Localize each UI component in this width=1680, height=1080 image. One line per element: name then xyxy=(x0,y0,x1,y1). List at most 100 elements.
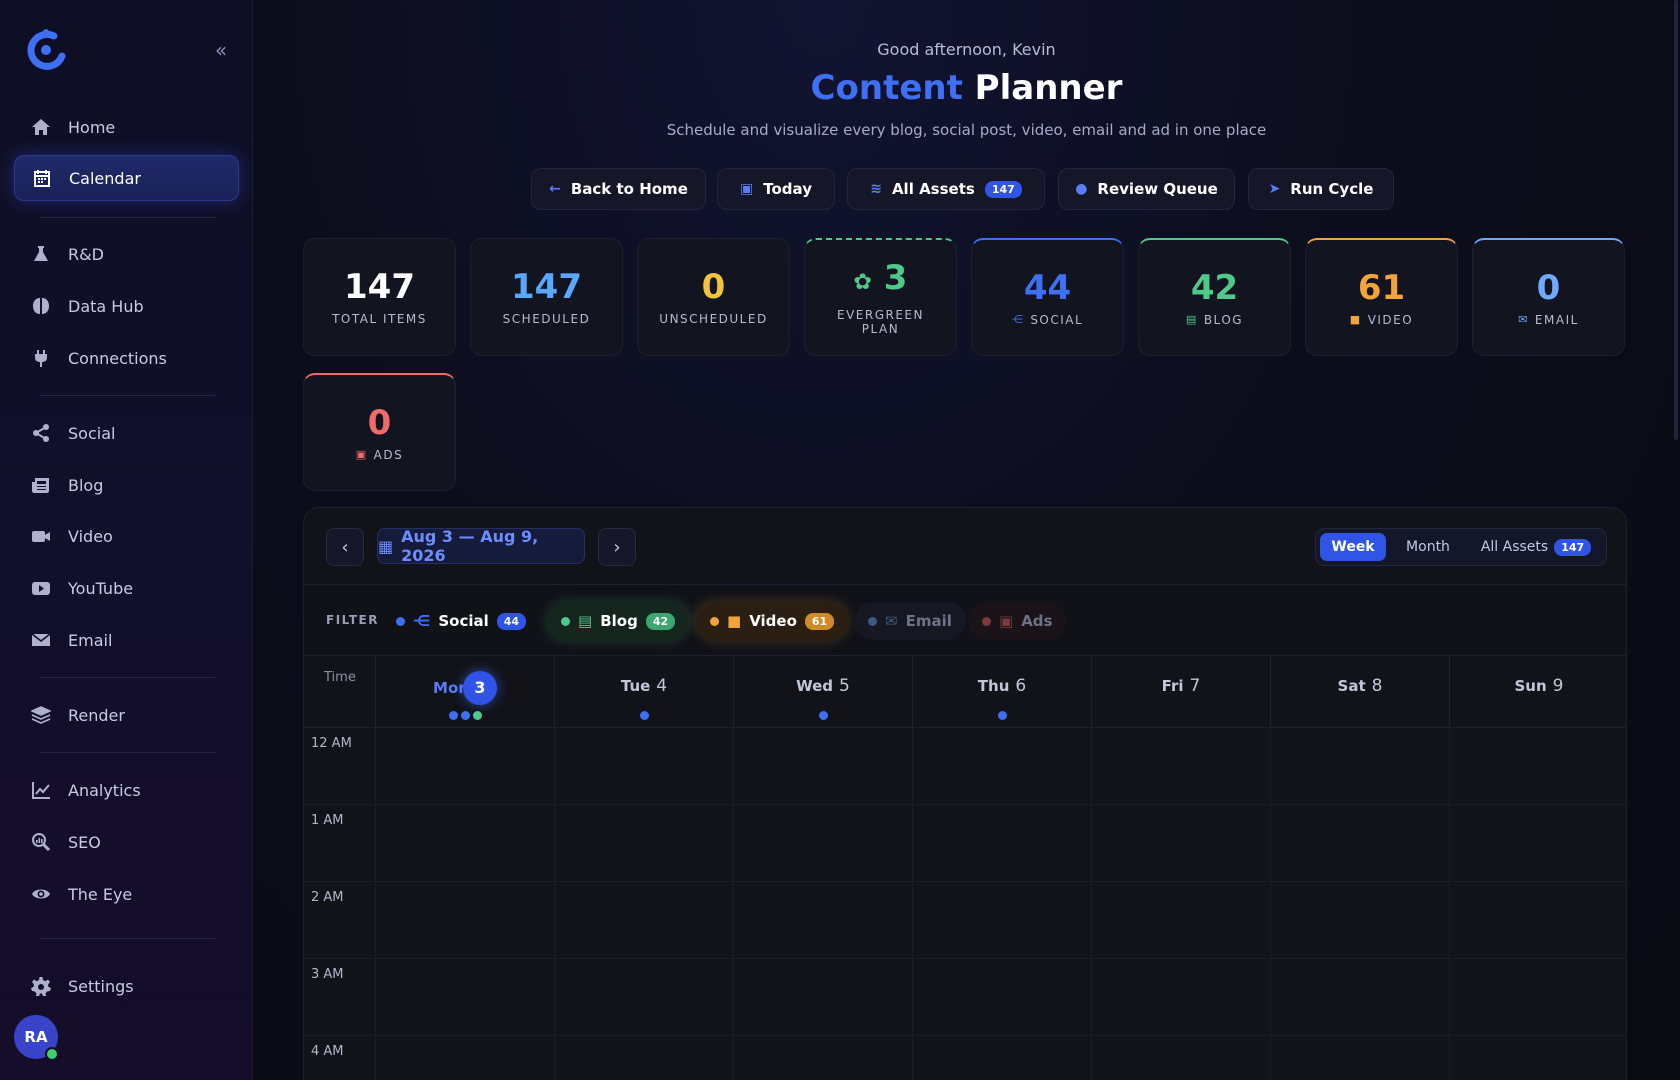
social-dot xyxy=(396,616,405,626)
page-scrollbar[interactable] xyxy=(1674,0,1678,440)
view-all-assets-button[interactable]: All Assets 147 xyxy=(1470,533,1602,561)
sidebar-item-home[interactable]: Home xyxy=(14,104,239,150)
back-to-home-button[interactable]: ← Back to Home xyxy=(531,168,706,210)
sidebar-item-analytics[interactable]: Analytics xyxy=(14,767,239,813)
flask-icon xyxy=(30,243,52,265)
hour-row[interactable]: 1 AM xyxy=(304,805,1626,882)
sidebar-item-email[interactable]: Email xyxy=(14,617,239,663)
nav-divider xyxy=(40,217,215,218)
layers-icon: ≋ xyxy=(870,181,882,197)
day-header-sun[interactable]: Sun 9 xyxy=(1449,656,1626,728)
brand-logo-icon[interactable] xyxy=(24,28,66,74)
view-week-button[interactable]: Week xyxy=(1320,533,1386,561)
sidebar-item-seo[interactable]: SEO xyxy=(14,819,239,865)
sidebar-item-settings[interactable]: Settings xyxy=(14,963,239,1009)
filter-chip-blog[interactable]: ▤ Blog 42 xyxy=(547,602,690,640)
sidebar-item-social[interactable]: Social xyxy=(14,410,239,456)
sidebar-item-label: YouTube xyxy=(68,578,134,598)
prev-week-button[interactable]: ‹ xyxy=(326,528,364,566)
video-icon xyxy=(30,525,52,547)
social-dot xyxy=(639,711,649,720)
stat-video[interactable]: 61 ■ VIDEO xyxy=(1305,238,1458,356)
day-header-mon[interactable]: Mon 3 xyxy=(375,656,554,728)
hour-row[interactable]: 4 AM xyxy=(304,1036,1626,1080)
sidebar-item-render[interactable]: Render xyxy=(14,692,239,738)
newspaper-icon: ▤ xyxy=(578,612,593,630)
youtube-icon xyxy=(30,577,52,599)
day-label: Wed xyxy=(796,677,834,695)
day-name: Sun 9 xyxy=(1450,676,1626,696)
grid-line xyxy=(1091,728,1092,1080)
date-range-picker[interactable]: ▦ Aug 3 — Aug 9, 2026 xyxy=(377,527,585,565)
day-name: Thu 6 xyxy=(913,676,1091,696)
day-event-dots xyxy=(555,711,733,720)
stat-ads[interactable]: 0 ▣ ADS xyxy=(303,373,456,491)
share-icon: ⋲ xyxy=(413,612,431,630)
sidebar-item-video[interactable]: Video xyxy=(14,513,239,559)
filter-chip-email[interactable]: ✉ Email xyxy=(854,602,966,640)
stat-value-row: ✿ 3 xyxy=(854,259,908,302)
sidebar-item-label: Render xyxy=(68,705,125,725)
social-dot xyxy=(818,711,828,720)
greeting: Good afternoon, Kevin xyxy=(877,40,1056,59)
stat-label-row: ⋲ SOCIAL xyxy=(1012,313,1083,327)
grid-line xyxy=(912,728,913,1080)
hour-row[interactable]: 2 AM xyxy=(304,882,1626,959)
day-header-sat[interactable]: Sat 8 xyxy=(1270,656,1449,728)
share-icon: ⋲ xyxy=(1011,313,1025,326)
today-button[interactable]: ▣ Today xyxy=(717,168,835,210)
sidebar-item-connections[interactable]: Connections xyxy=(14,335,239,381)
day-header-thu[interactable]: Thu 6 xyxy=(912,656,1091,728)
sidebar-item-label: Home xyxy=(68,117,116,137)
day-label: Thu xyxy=(977,677,1010,695)
nav-divider xyxy=(40,395,215,396)
filter-chip-video[interactable]: ■ Video 61 xyxy=(696,602,849,640)
social-dot xyxy=(997,711,1007,720)
review-queue-button[interactable]: ● Review Queue xyxy=(1058,168,1235,210)
view-week-label: Week xyxy=(1331,539,1375,555)
newspaper-icon xyxy=(30,474,52,496)
day-header-tue[interactable]: Tue 4 xyxy=(554,656,733,728)
today-date-badge: 3 xyxy=(462,671,497,705)
sidebar-item-blog[interactable]: Blog xyxy=(14,462,239,508)
grid-line xyxy=(375,728,376,1080)
sidebar-item-label: Settings xyxy=(68,976,134,996)
view-month-label: Month xyxy=(1406,539,1450,555)
sidebar-item-the-eye[interactable]: The Eye xyxy=(14,871,239,917)
sidebar-item-calendar[interactable]: Calendar xyxy=(14,155,239,201)
filter-chip-ads[interactable]: ▣ Ads xyxy=(968,602,1067,640)
stat-total-items: 147 TOTAL ITEMS xyxy=(303,238,456,356)
day-name: Sat 8 xyxy=(1271,676,1449,696)
stat-label-row: ✉ EMAIL xyxy=(1518,313,1579,327)
day-name: Wed 5 xyxy=(734,676,912,696)
run-cycle-button[interactable]: ➤ Run Cycle xyxy=(1248,168,1394,210)
filter-chip-social[interactable]: ⋲ Social 44 xyxy=(382,602,540,640)
stat-label: ADS xyxy=(373,447,404,462)
stat-social[interactable]: 44 ⋲ SOCIAL xyxy=(971,238,1124,356)
day-label: Sun xyxy=(1514,677,1547,695)
day-header-wed[interactable]: Wed 5 xyxy=(733,656,912,728)
sidebar-item-data-hub[interactable]: Data Hub xyxy=(14,283,239,329)
stat-blog[interactable]: 42 ▤ BLOG xyxy=(1138,238,1291,356)
next-week-button[interactable]: › xyxy=(598,528,636,566)
hour-row[interactable]: 3 AM xyxy=(304,959,1626,1036)
sidebar-item-label: The Eye xyxy=(68,884,133,904)
calendar-icon xyxy=(31,167,53,189)
page-title: Content Planner xyxy=(253,68,1680,108)
hour-row[interactable]: 12 AM xyxy=(304,728,1626,805)
stat-email[interactable]: 0 ✉ EMAIL xyxy=(1472,238,1625,356)
view-month-button[interactable]: Month xyxy=(1390,533,1466,561)
hour-label: 1 AM xyxy=(311,813,344,828)
day-header-fri[interactable]: Fri 7 xyxy=(1091,656,1270,728)
sidebar: « Home Calendar R&D Data Hub Connections… xyxy=(0,0,253,1080)
stat-value: 0 xyxy=(701,267,726,307)
all-assets-button[interactable]: ≋ All Assets 147 xyxy=(847,168,1045,210)
home-icon xyxy=(30,116,52,138)
stat-label: SOCIAL xyxy=(1030,312,1084,327)
sidebar-item-label: Video xyxy=(68,526,113,546)
sidebar-item-rnd[interactable]: R&D xyxy=(14,231,239,277)
double-chevron-left-icon[interactable]: « xyxy=(210,40,232,62)
sidebar-item-youtube[interactable]: YouTube xyxy=(14,565,239,611)
stat-evergreen-plan[interactable]: ✿ 3 EVERGREEN PLAN xyxy=(804,238,957,356)
newspaper-icon: ▤ xyxy=(1185,313,1198,326)
